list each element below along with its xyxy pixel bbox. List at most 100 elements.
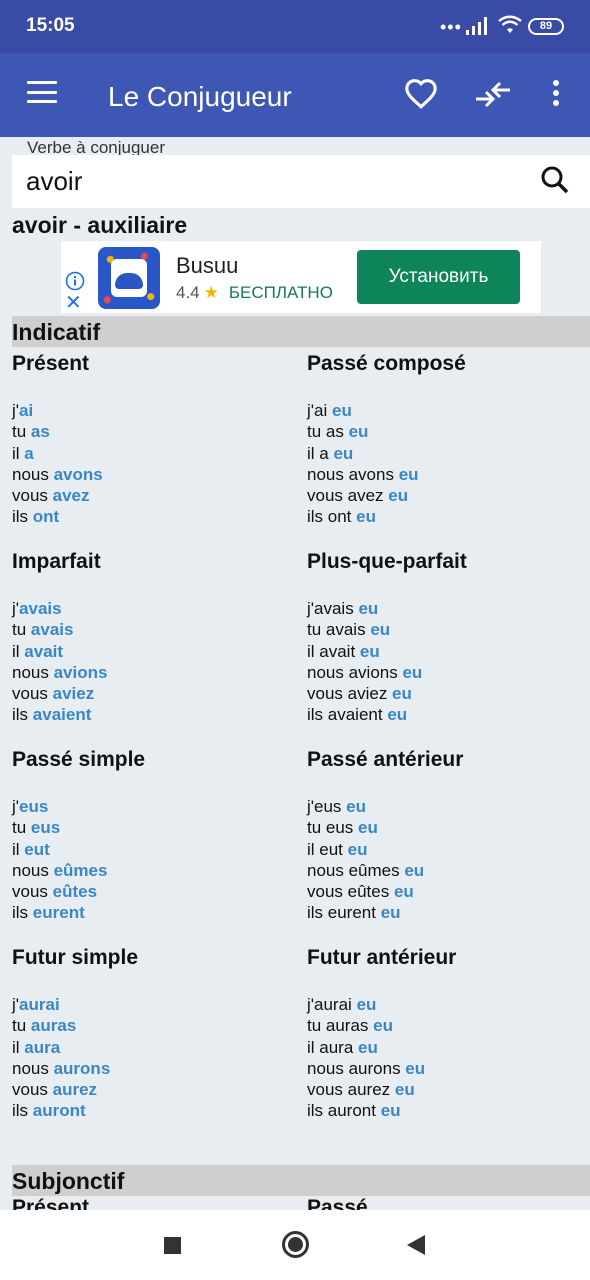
status-time: 15:05 (26, 15, 75, 36)
conjugation-ending: eu (404, 860, 425, 880)
conjugation-ending: aurons (53, 1058, 111, 1078)
conjugation-ending: aurai (19, 995, 60, 1014)
conjugation-line: vous aviez (12, 683, 292, 704)
tense-title: Imparfait (12, 550, 101, 573)
conjugation-line: ils auront eu (307, 1100, 587, 1121)
conjugation-prefix: il eut (307, 839, 348, 859)
conjugation-line: nous avons eu (307, 464, 587, 485)
conjugation-line: nous eûmes eu (307, 860, 587, 881)
tense-passe-anterieur: Passé antérieur j'eus eu tu eus eu il eut e… (307, 748, 587, 924)
ad-banner[interactable]: ✕ Busuu 4.4 ★ БЕСПЛАТНО Установить (61, 241, 541, 313)
conjugation-prefix: ils avaient (307, 705, 388, 725)
search-icon[interactable] (540, 165, 570, 200)
conjugation-line: ils ont eu (307, 506, 587, 527)
conjugation-line: j'avais (12, 598, 292, 619)
conjugation-prefix: ils ont (307, 507, 357, 527)
conjugation-prefix: nous avions (307, 662, 403, 682)
tense-plus-que-parfait: Plus-que-parfait j'avais eu tu avais eu il … (307, 550, 587, 726)
conjugation-line: il a (12, 443, 292, 464)
tense-passe-compose: Passé composé j'ai eu tu as eu il a eu nous … (307, 352, 587, 528)
conjugation-ending: avais (30, 620, 74, 640)
tense-futur-simple: Futur simple j'aurai tu auras il aura nous a… (12, 946, 292, 1122)
conjugation-prefix: ils (12, 903, 33, 923)
conjugation-prefix: tu (12, 1016, 31, 1036)
conjugation-ending: eu (358, 1037, 378, 1057)
conjugation-line: il eut eu (307, 839, 587, 860)
conjugation-ending: eu (347, 839, 368, 859)
recent-apps-icon[interactable] (164, 1237, 181, 1254)
conjugation-line: il eut (12, 839, 292, 860)
conjugation-prefix: vous aviez (307, 684, 393, 704)
conjugation-prefix: nous (12, 860, 54, 880)
conjugation-line: vous avez (12, 485, 292, 506)
more-options-icon[interactable] (548, 80, 564, 110)
conjugation-prefix: nous aurons (307, 1058, 406, 1078)
conjugation-ending: avions (53, 662, 108, 682)
conjugation-ending: eu (380, 1101, 401, 1121)
conjugation-ending: eu (394, 1080, 415, 1100)
conjugation-ending: eus (19, 797, 49, 816)
section-header-subjonctif: Subjonctif (12, 1165, 590, 1196)
conjugation-line: ils ont (12, 506, 292, 527)
conjugation-line: nous avons (12, 464, 292, 485)
conjugation-line: tu auras eu (307, 1015, 587, 1036)
conjugation-ending: auront (32, 1101, 86, 1121)
conjugation-ending: eu (356, 507, 376, 527)
conjugation-prefix: il a (307, 443, 334, 463)
conjugation-prefix: j'eus (307, 797, 347, 816)
home-icon[interactable] (282, 1231, 309, 1258)
conjugation-ending: avais (19, 599, 62, 618)
ad-close-icon[interactable]: ✕ (65, 293, 82, 313)
conjugation-prefix: j'aurai (307, 995, 357, 1014)
conjugation-ending: avons (53, 464, 103, 484)
conjugation-line: tu eus (12, 817, 292, 838)
conjugation-ending: aviez (52, 684, 95, 704)
conjugation-ending: eûmes (53, 860, 108, 880)
conjugation-prefix: ils (12, 507, 33, 527)
conjugation-line: j'avais eu (307, 598, 587, 619)
tense-title: Futur simple (12, 946, 139, 969)
conjugation-ending: avaient (32, 705, 92, 725)
conjugation-prefix: tu (12, 422, 31, 442)
conjugation-line: vous eûtes eu (307, 881, 587, 902)
conjugation-ending: eu (331, 401, 352, 420)
back-icon[interactable] (407, 1235, 425, 1255)
conjugation-line: ils avaient (12, 704, 292, 725)
conjugation-ending: ai (19, 401, 34, 420)
menu-icon[interactable] (27, 81, 57, 107)
ad-install-button[interactable]: Установить (357, 250, 520, 304)
conjugation-ending: ont (32, 507, 60, 527)
conjugation-prefix: il (12, 443, 25, 463)
tense-title: Passé composé (307, 352, 466, 375)
conjugation-line: il aura (12, 1037, 292, 1058)
conjugation-prefix: vous (12, 486, 53, 506)
favorite-heart-icon[interactable] (404, 78, 438, 115)
conjugation-line: tu as (12, 421, 292, 442)
conjugation-line: nous eûmes (12, 860, 292, 881)
wifi-icon (498, 15, 522, 40)
status-bar: 15:05 ••• 89 (0, 0, 590, 53)
conjugation-line: il a eu (307, 443, 587, 464)
tense-imparfait: Imparfait j'avais tu avais il avait nous avi… (12, 550, 292, 726)
tense-title: Futur antérieur (307, 946, 457, 969)
conjugation-prefix: ils eurent (307, 903, 381, 923)
conjugation-line: j'aurai eu (307, 994, 587, 1015)
conjugation-ending: eûtes (52, 882, 98, 902)
conjugation-prefix: il avait (307, 641, 360, 661)
conjugation-prefix: j'ai (307, 401, 332, 420)
conjugation-line: j'ai (12, 400, 292, 421)
conjugation-prefix: ils (12, 1101, 33, 1121)
verb-search-input[interactable] (26, 161, 526, 201)
conjugation-ending: eu (358, 599, 379, 618)
conjugation-ending: as (30, 422, 50, 442)
compare-arrows-icon[interactable] (476, 81, 510, 114)
conjugation-ending: eu (392, 684, 412, 704)
conjugation-line: tu eus eu (307, 817, 587, 838)
conjugation-ending: eu (373, 1016, 393, 1036)
conjugation-prefix: nous (12, 662, 54, 682)
conjugation-prefix: ils auront (307, 1101, 381, 1121)
app-bar: Le Conjugueur (0, 53, 590, 137)
conjugation-line: nous aurons (12, 1058, 292, 1079)
conjugation-prefix: vous avez (307, 486, 389, 506)
conjugation-line: tu auras (12, 1015, 292, 1036)
